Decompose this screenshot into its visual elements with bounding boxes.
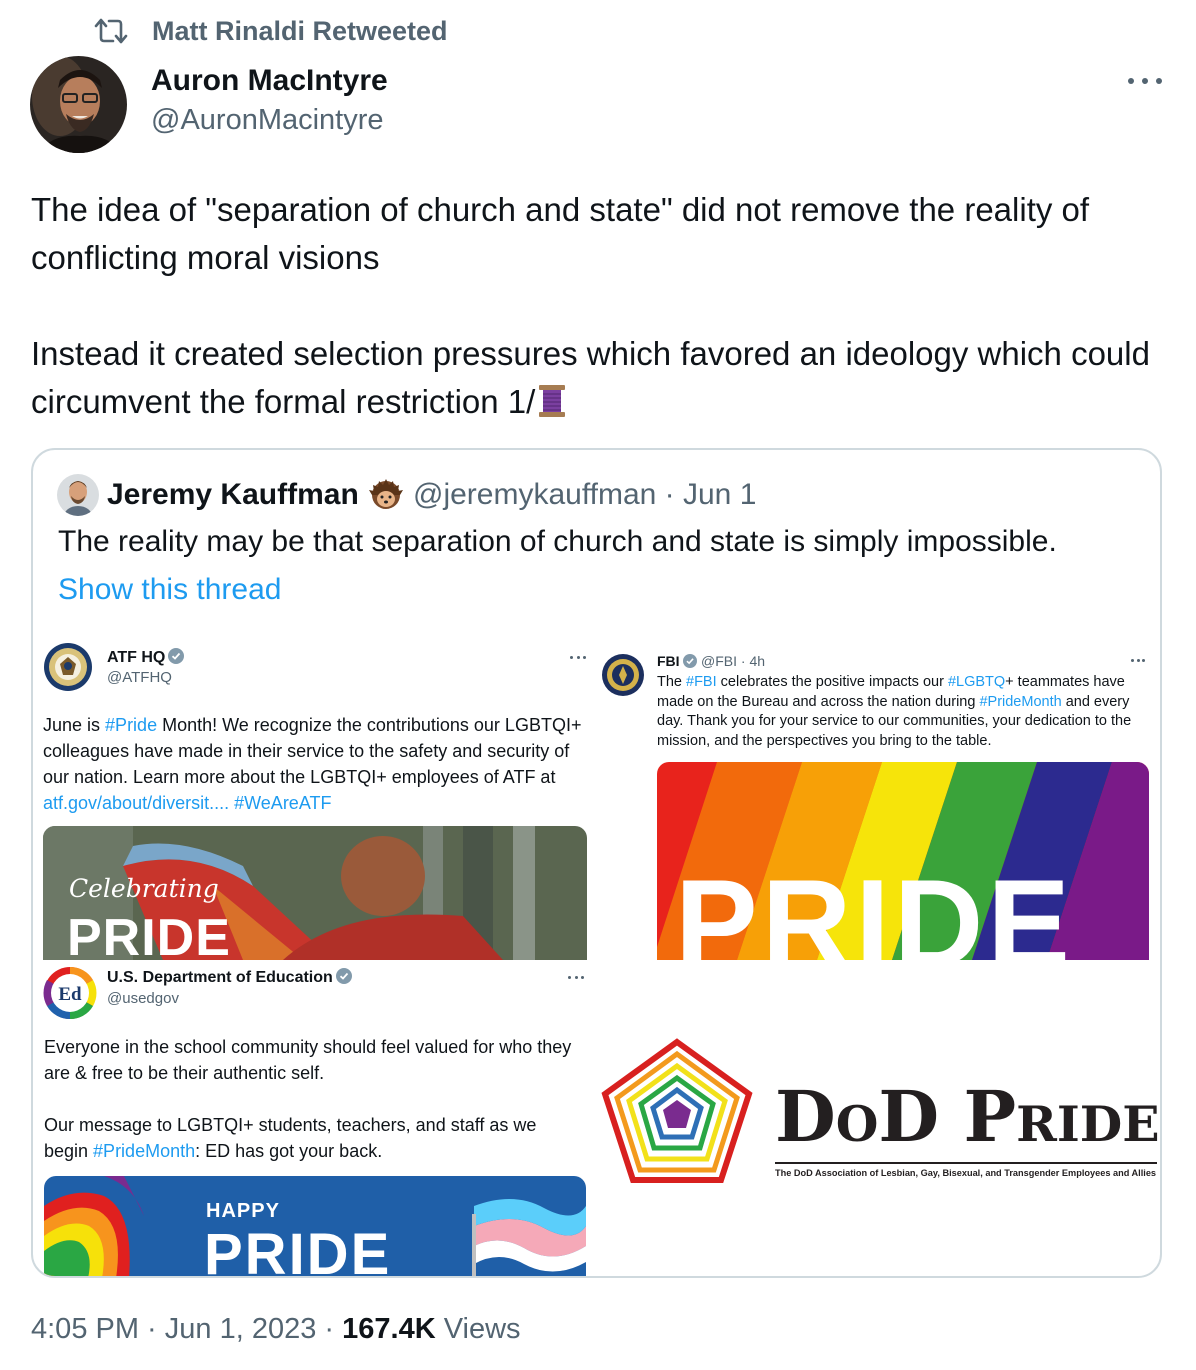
- ed-name[interactable]: U.S. Department of Education: [107, 968, 352, 987]
- dod-subtitle: The DoD Association of Lesbian, Gay, Bis…: [775, 1168, 1157, 1178]
- atf-name[interactable]: ATF HQ: [107, 648, 185, 667]
- verified-badge-icon: [682, 654, 697, 668]
- fbi-seal-icon: [602, 654, 644, 696]
- tweet-paragraph-2-text: Instead it created selection pressures w…: [31, 335, 1150, 420]
- ed-image-title: PRIDE: [204, 1222, 392, 1278]
- quoted-tweet-card[interactable]: Jeremy Kauffman @jeremykauffman · Jun 1 …: [31, 448, 1162, 1278]
- atf-image[interactable]: Celebrating PRIDE: [43, 826, 587, 960]
- ed-handle[interactable]: @usedgov: [107, 990, 179, 1007]
- ed-seal-icon: Ed: [43, 966, 97, 1020]
- atf-image-title: PRIDE: [67, 909, 231, 960]
- ed-post: Ed U.S. Department of Education @usedgov…: [33, 958, 603, 1278]
- author-name[interactable]: Auron MacIntyre: [151, 64, 388, 98]
- atf-link[interactable]: atf.gov/about/diversit....: [43, 793, 229, 813]
- atf-image-script: Celebrating: [69, 874, 219, 903]
- ed-text: Everyone in the school community should …: [44, 1034, 584, 1164]
- quote-author-name[interactable]: Jeremy Kauffman: [107, 478, 359, 512]
- author-handle[interactable]: @AuronMacintyre: [151, 104, 384, 137]
- dod-title: DoD Pride: [775, 1075, 1160, 1158]
- more-options-icon[interactable]: [1128, 66, 1162, 96]
- fbi-header[interactable]: FBI @FBI · 4h: [657, 653, 765, 671]
- tweet-paragraph-1: The idea of "separation of church and st…: [31, 191, 1090, 276]
- fbi-post: FBI @FBI · 4h The #FBI celebrates the po…: [599, 645, 1159, 960]
- views-label: Views: [435, 1313, 521, 1345]
- retweet-label: Matt Rinaldi Retweeted: [152, 15, 448, 46]
- ed-paragraph-2: Our message to LGBTQI+ students, teacher…: [44, 1115, 537, 1161]
- fbi-name[interactable]: FBI: [657, 653, 680, 669]
- dod-pentagon-logo: [601, 1038, 753, 1183]
- hedgehog-emoji-icon: [369, 479, 403, 509]
- atf-hashtag-pride[interactable]: #Pride: [105, 715, 157, 735]
- quote-text: The reality may be that separation of ch…: [58, 525, 1057, 558]
- retweet-icon: [94, 18, 128, 44]
- atf-more-icon[interactable]: [570, 656, 586, 660]
- tweet-timestamp-views[interactable]: 4:05 PM · Jun 1, 2023 · 167.4K Views: [31, 1313, 521, 1346]
- author-avatar[interactable]: [30, 56, 127, 153]
- ed-more-icon[interactable]: [568, 976, 584, 980]
- svg-text:Ed: Ed: [58, 984, 82, 1005]
- fbi-image[interactable]: PRIDE: [657, 762, 1149, 960]
- quote-author-avatar[interactable]: [57, 474, 99, 516]
- dod-divider: [775, 1162, 1157, 1164]
- dod-pride-image[interactable]: DoD Pride The DoD Association of Lesbian…: [599, 1038, 1160, 1188]
- atf-seal-icon: [44, 643, 92, 691]
- atf-hashtag-weareatf[interactable]: #WeAreATF: [234, 793, 331, 813]
- show-thread-link[interactable]: Show this thread: [58, 573, 281, 607]
- retweet-header[interactable]: Matt Rinaldi Retweeted: [94, 14, 448, 48]
- ed-image[interactable]: HAPPY PRIDE: [44, 1176, 586, 1278]
- fbi-meta[interactable]: @FBI · 4h: [701, 653, 765, 669]
- fbi-image-title: PRIDE: [675, 855, 1074, 960]
- ed-hashtag[interactable]: #PrideMonth: [93, 1141, 195, 1161]
- atf-post: ATF HQ @ATFHQ June is #Pride Month! We r…: [33, 630, 603, 960]
- atf-text: June is #Pride Month! We recognize the c…: [43, 715, 582, 813]
- ed-paragraph-1: Everyone in the school community should …: [44, 1037, 572, 1083]
- tweet-text: The idea of "separation of church and st…: [31, 186, 1171, 426]
- fbi-more-icon[interactable]: [1131, 659, 1145, 663]
- tweet-timestamp[interactable]: 4:05 PM · Jun 1, 2023 ·: [31, 1313, 342, 1345]
- fbi-text: The #FBI celebrates the positive impacts…: [657, 674, 1132, 749]
- verified-badge-icon: [168, 648, 185, 664]
- tweet-paragraph-2: Instead it created selection pressures w…: [31, 330, 1171, 426]
- quote-author-meta[interactable]: @jeremykauffman · Jun 1: [413, 478, 756, 512]
- ed-image-small: HAPPY: [206, 1200, 280, 1222]
- views-count: 167.4K: [342, 1313, 436, 1345]
- verified-badge-icon: [335, 968, 352, 984]
- thread-spool-icon: [539, 385, 566, 417]
- atf-handle[interactable]: @ATFHQ: [107, 669, 172, 686]
